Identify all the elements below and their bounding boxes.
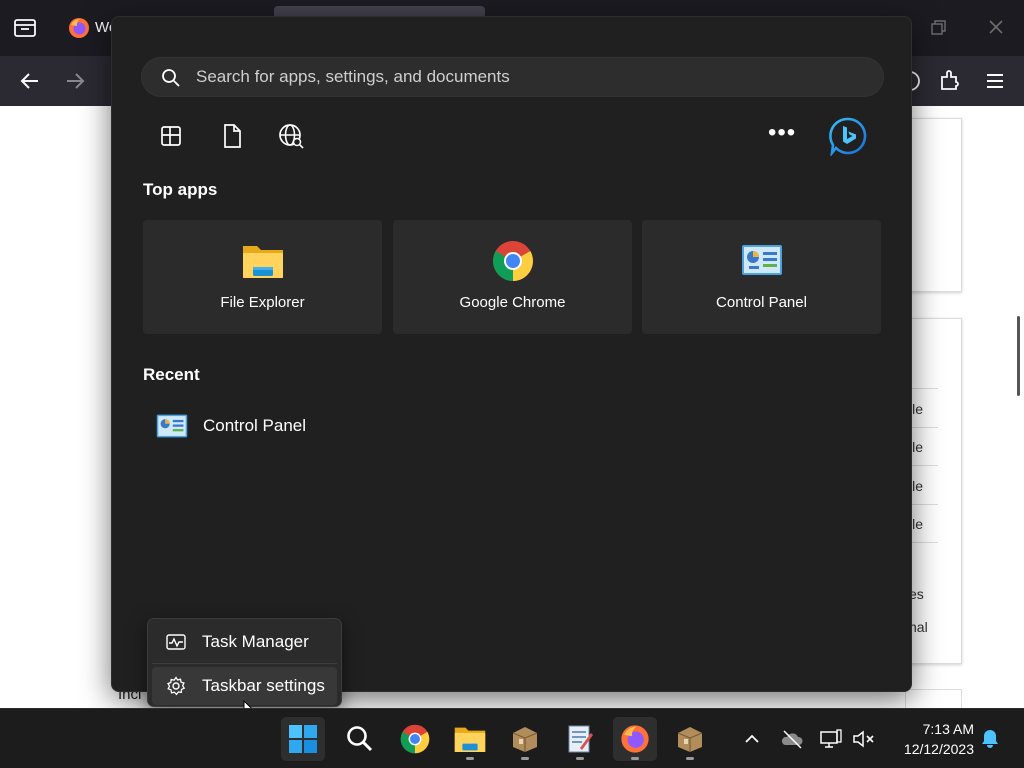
onedrive-offline-icon[interactable] [780, 728, 804, 750]
firefox-taskbar-button[interactable] [613, 717, 657, 761]
control-panel-icon [156, 414, 188, 438]
hamburger-menu-icon[interactable] [983, 69, 1007, 93]
menu-item-label: Taskbar settings [202, 676, 325, 695]
forward-arrow-icon[interactable] [63, 69, 87, 93]
search-input[interactable] [196, 58, 856, 96]
documents-icon [224, 124, 241, 148]
menu-separator [152, 663, 337, 664]
extensions-icon[interactable] [938, 68, 962, 92]
running-indicator [521, 757, 529, 760]
app-package-taskbar-button[interactable] [503, 717, 547, 761]
notification-bell-icon[interactable] [979, 728, 1001, 750]
control-panel-icon [742, 245, 782, 275]
file-explorer-icon [454, 727, 486, 752]
page-scrollbar[interactable] [1017, 316, 1020, 396]
running-indicator [576, 757, 584, 760]
firefox-icon [621, 725, 649, 753]
start-menu: ••• Top apps File Explorer Google Chrome [111, 16, 912, 692]
close-window-icon[interactable] [986, 17, 1006, 37]
apps-filter-button[interactable] [156, 121, 186, 151]
package-box-icon [512, 727, 538, 752]
app-tile-file-explorer[interactable]: File Explorer [143, 220, 382, 334]
search-icon [347, 726, 373, 752]
task-manager-icon [166, 634, 186, 650]
recent-item-control-panel[interactable]: Control Panel [156, 413, 416, 443]
documents-filter-button[interactable] [217, 121, 247, 151]
more-options-button[interactable]: ••• [768, 121, 796, 149]
text-editor-taskbar-button[interactable] [558, 717, 602, 761]
clock-date: 12/12/2023 [903, 741, 974, 757]
running-indicator [631, 757, 639, 760]
app-package-taskbar-button[interactable] [668, 717, 712, 761]
task-manager-menu-item[interactable]: Task Manager [152, 623, 337, 661]
back-arrow-icon[interactable] [18, 69, 42, 93]
package-box-icon [677, 727, 703, 752]
app-tile-label: Control Panel [716, 294, 807, 311]
start-button[interactable] [281, 717, 325, 761]
taskbar: 7:13 AM 12/12/2023 [0, 708, 1024, 768]
chevron-up-icon[interactable] [740, 728, 764, 750]
restore-window-icon[interactable] [930, 19, 948, 37]
system-clock[interactable]: 7:13 AM 12/12/2023 [888, 719, 974, 759]
chrome-taskbar-button[interactable] [393, 717, 437, 761]
app-tile-label: Google Chrome [459, 294, 566, 311]
app-tile-label: File Explorer [220, 294, 305, 311]
file-explorer-icon [243, 246, 283, 278]
web-icon [279, 124, 304, 149]
running-indicator [466, 757, 474, 760]
text-editor-icon [568, 725, 593, 753]
taskbar-context-menu: Task Manager Taskbar settings [147, 618, 342, 707]
windows-logo-icon [289, 725, 317, 753]
top-apps-heading: Top apps [143, 180, 218, 199]
active-tab[interactable] [274, 6, 485, 16]
tab-list-icon[interactable] [12, 16, 38, 40]
recent-item-label: Control Panel [203, 416, 307, 435]
web-filter-button[interactable] [276, 121, 306, 151]
clock-time: 7:13 AM [922, 721, 974, 737]
search-icon [162, 69, 180, 87]
firefox-tab-icon [69, 18, 89, 38]
app-tile-google-chrome[interactable]: Google Chrome [393, 220, 632, 334]
bing-chat-icon[interactable] [828, 116, 868, 156]
volume-muted-icon[interactable] [852, 728, 876, 750]
search-taskbar-button[interactable] [338, 717, 382, 761]
apps-icon [161, 126, 181, 146]
running-indicator [686, 757, 694, 760]
network-display-icon[interactable] [819, 728, 843, 750]
page-card [905, 689, 962, 709]
menu-item-label: Task Manager [202, 632, 309, 651]
chrome-icon [400, 724, 430, 754]
gear-icon [167, 676, 186, 696]
app-tile-control-panel[interactable]: Control Panel [642, 220, 881, 334]
file-explorer-taskbar-button[interactable] [448, 717, 492, 761]
recent-heading: Recent [143, 365, 200, 384]
search-box[interactable] [141, 57, 884, 97]
chrome-icon [493, 241, 533, 281]
page-card [905, 118, 962, 292]
